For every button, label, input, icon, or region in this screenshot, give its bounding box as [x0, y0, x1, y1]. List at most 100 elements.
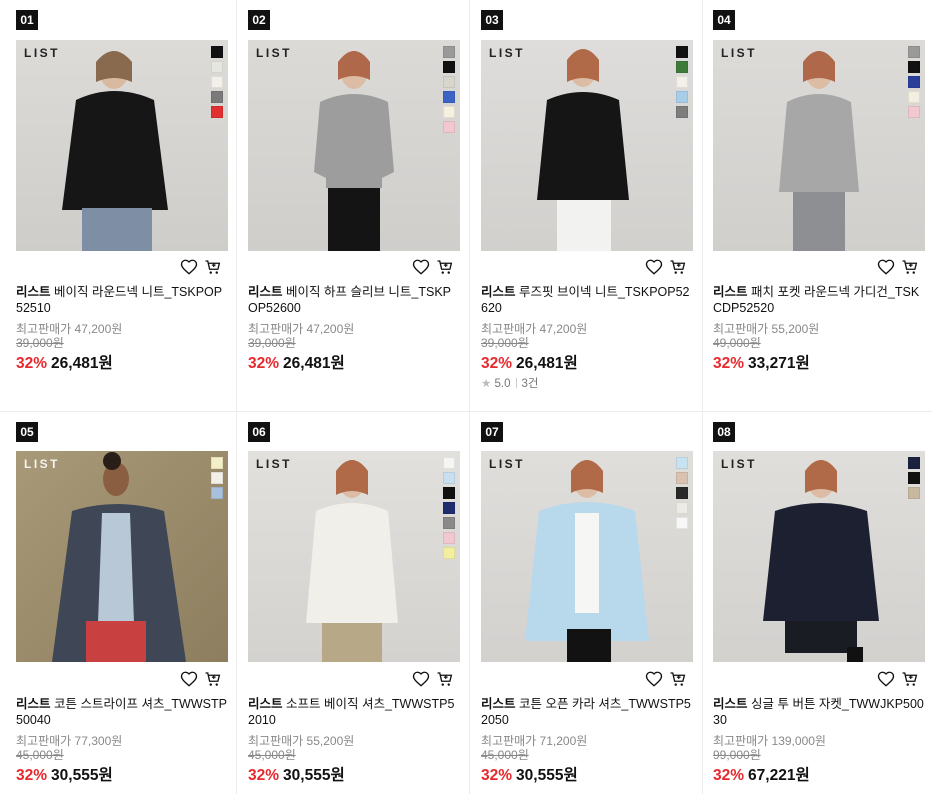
rank-badge: 01: [16, 10, 38, 30]
original-price: 49,000원: [713, 336, 761, 350]
color-swatch[interactable]: [676, 487, 688, 499]
cart-icon[interactable]: [669, 670, 687, 688]
color-swatch[interactable]: [908, 106, 920, 118]
color-swatch[interactable]: [443, 502, 455, 514]
color-swatches: [908, 457, 920, 502]
color-swatch[interactable]: [443, 532, 455, 544]
model-photo: [314, 51, 394, 251]
color-swatch[interactable]: [908, 46, 920, 58]
color-swatch[interactable]: [676, 472, 688, 484]
heart-icon[interactable]: [412, 258, 430, 276]
product-image[interactable]: LIST: [16, 40, 228, 251]
star-icon: ★: [481, 378, 492, 390]
cart-icon[interactable]: [436, 258, 454, 276]
color-swatch[interactable]: [676, 61, 688, 73]
color-swatch[interactable]: [908, 487, 920, 499]
product-card[interactable]: 04 LIST 리스트 패치 포켓 라운드넥 가디건_TSKCDP52520 최…: [713, 10, 925, 405]
color-swatch[interactable]: [211, 472, 223, 484]
product-title[interactable]: 리스트 베이직 하프 슬리브 니트_TSKPOP52600: [248, 284, 460, 316]
color-swatch[interactable]: [908, 76, 920, 88]
product-image[interactable]: LIST: [16, 451, 228, 662]
cart-icon[interactable]: [669, 258, 687, 276]
sale-price-line: 32% 30,555원: [248, 763, 345, 785]
color-swatch[interactable]: [443, 487, 455, 499]
product-image[interactable]: LIST: [713, 40, 925, 251]
product-title[interactable]: 리스트 루즈핏 브이넥 니트_TSKPOP52620: [481, 284, 693, 316]
heart-icon[interactable]: [412, 670, 430, 688]
cart-icon[interactable]: [204, 258, 222, 276]
product-card[interactable]: 03 LIST 리스트 루즈핏 브이넥 니트_TSKPOP52620 최고판매가…: [481, 10, 693, 405]
product-title[interactable]: 리스트 코튼 스트라이프 셔츠_TWWSTP50040: [16, 696, 228, 728]
color-swatch[interactable]: [908, 61, 920, 73]
color-swatch[interactable]: [443, 91, 455, 103]
heart-icon[interactable]: [645, 670, 663, 688]
color-swatch[interactable]: [443, 457, 455, 469]
product-title[interactable]: 리스트 코튼 오픈 카라 셔츠_TWWSTP52050: [481, 696, 693, 728]
cart-icon[interactable]: [901, 670, 919, 688]
cart-icon[interactable]: [901, 258, 919, 276]
heart-icon[interactable]: [180, 670, 198, 688]
heart-icon[interactable]: [877, 670, 895, 688]
color-swatch[interactable]: [676, 502, 688, 514]
color-swatch[interactable]: [443, 121, 455, 133]
color-swatch[interactable]: [676, 517, 688, 529]
color-swatches: [443, 457, 455, 562]
color-swatch[interactable]: [676, 457, 688, 469]
color-swatch[interactable]: [211, 91, 223, 103]
product-title[interactable]: 리스트 소프트 베이직 셔츠_TWWSTP52010: [248, 696, 460, 728]
product-image[interactable]: LIST: [248, 451, 460, 662]
heart-icon[interactable]: [645, 258, 663, 276]
product-card[interactable]: 01 LIST 리스트 베이직 라운드넥 니트_TSKPOP52510 최고판매…: [16, 10, 228, 405]
color-swatch[interactable]: [908, 472, 920, 484]
product-card[interactable]: 08 LIST 리스트 싱글 투 버튼 자켓_TWWJKP50030 최고판매가…: [713, 422, 925, 794]
color-swatches: [211, 46, 223, 121]
brand-name: 리스트: [16, 697, 51, 711]
product-card[interactable]: 06 LIST 리스트 소프트 베이직 셔츠_TWWSTP52010 최고판매가…: [248, 422, 460, 794]
product-image[interactable]: LIST: [713, 451, 925, 662]
color-swatch[interactable]: [908, 457, 920, 469]
model-photo: [306, 460, 398, 662]
model-photo: [763, 460, 879, 662]
color-swatch[interactable]: [211, 46, 223, 58]
color-swatch[interactable]: [443, 106, 455, 118]
color-swatch[interactable]: [211, 457, 223, 469]
color-swatch[interactable]: [211, 106, 223, 118]
color-swatch[interactable]: [443, 472, 455, 484]
discount-rate: 32%: [16, 355, 48, 372]
rank-badge: 02: [248, 10, 270, 30]
color-swatch[interactable]: [443, 76, 455, 88]
product-image[interactable]: LIST: [481, 451, 693, 662]
brand-logo: LIST: [256, 46, 292, 60]
product-title[interactable]: 리스트 싱글 투 버튼 자켓_TWWJKP50030: [713, 696, 925, 728]
heart-icon[interactable]: [877, 258, 895, 276]
color-swatches: [676, 457, 688, 532]
card-actions: [412, 258, 456, 276]
color-swatch[interactable]: [443, 547, 455, 559]
brand-name: 리스트: [248, 285, 283, 299]
product-card[interactable]: 07 LIST 리스트 코튼 오픈 카라 셔츠_TWWSTP52050 최고판매…: [481, 422, 693, 794]
product-image[interactable]: LIST: [248, 40, 460, 251]
brand-logo: LIST: [256, 457, 292, 471]
color-swatch[interactable]: [676, 46, 688, 58]
color-swatch[interactable]: [676, 76, 688, 88]
color-swatch[interactable]: [211, 76, 223, 88]
product-card[interactable]: 05 LIST 리스트 코튼 스트라이프 셔츠_TWWSTP50040 최고판매…: [16, 422, 228, 794]
color-swatch[interactable]: [443, 517, 455, 529]
color-swatch[interactable]: [908, 91, 920, 103]
color-swatches: [908, 46, 920, 121]
cart-icon[interactable]: [204, 670, 222, 688]
heart-icon[interactable]: [180, 258, 198, 276]
product-title[interactable]: 리스트 패치 포켓 라운드넥 가디건_TSKCDP52520: [713, 284, 925, 316]
product-card[interactable]: 02 LIST 리스트 베이직 하프 슬리브 니트_TSKPOP52600 최고…: [248, 10, 460, 405]
color-swatch[interactable]: [443, 61, 455, 73]
color-swatch[interactable]: [211, 61, 223, 73]
original-price: 39,000원: [248, 336, 296, 350]
color-swatch[interactable]: [676, 106, 688, 118]
review-count[interactable]: 3건: [522, 378, 539, 390]
color-swatch[interactable]: [211, 487, 223, 499]
product-image[interactable]: LIST: [481, 40, 693, 251]
product-title[interactable]: 리스트 베이직 라운드넥 니트_TSKPOP52510: [16, 284, 228, 316]
cart-icon[interactable]: [436, 670, 454, 688]
color-swatch[interactable]: [676, 91, 688, 103]
color-swatch[interactable]: [443, 46, 455, 58]
